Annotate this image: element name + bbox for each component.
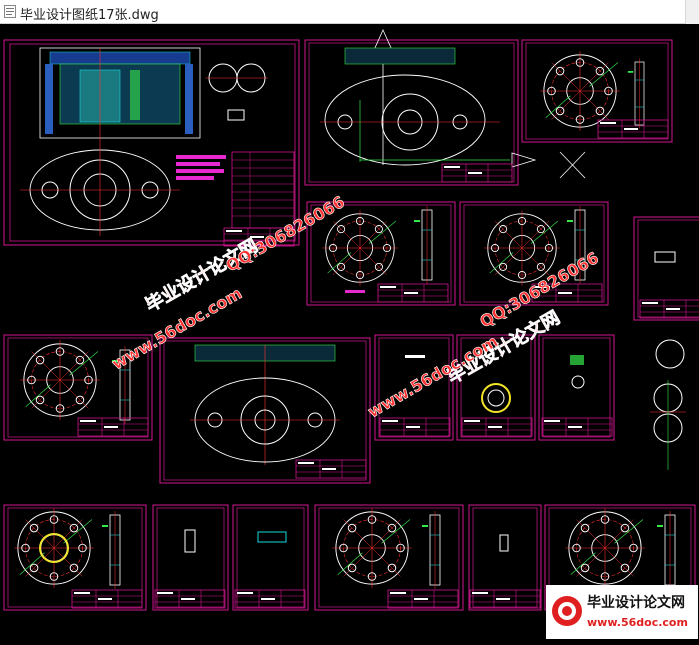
site-logo: 毕业设计论文网 www.56doc.com xyxy=(546,585,698,639)
sheet-row4-e xyxy=(468,504,542,611)
sheet-row3-f xyxy=(650,339,686,470)
sheet-row3-b xyxy=(159,337,371,484)
dwg-file-icon xyxy=(4,5,16,18)
sheet-row4-d xyxy=(314,504,464,611)
logo-title: 毕业设计论文网 xyxy=(587,594,685,611)
sheet-row4-b xyxy=(152,504,229,611)
watermark-url-right: www.56doc.com xyxy=(365,332,502,422)
window-title: 毕业设计图纸17张.dwg xyxy=(20,8,159,23)
cad-drawing-svg: 毕业设计论文网 www.56doc.com QQ:306826066 毕业设计论… xyxy=(3,29,699,639)
cad-drawing-canvas[interactable]: 毕业设计论文网 www.56doc.com QQ:306826066 毕业设计论… xyxy=(0,24,699,641)
sheet-row4-c xyxy=(232,504,309,611)
sheet-row2-c xyxy=(633,216,699,321)
sheet-row4-a xyxy=(3,504,147,611)
sheet-assembly xyxy=(3,39,300,247)
window-scroll-button[interactable] xyxy=(685,0,699,24)
window-titlebar: 毕业设计图纸17张.dwg xyxy=(0,0,699,24)
sheet-die-plate xyxy=(304,29,537,186)
sheet-top-right xyxy=(521,39,673,179)
sheet-row3-e xyxy=(538,334,615,441)
logo-url: www.56doc.com xyxy=(587,616,688,629)
